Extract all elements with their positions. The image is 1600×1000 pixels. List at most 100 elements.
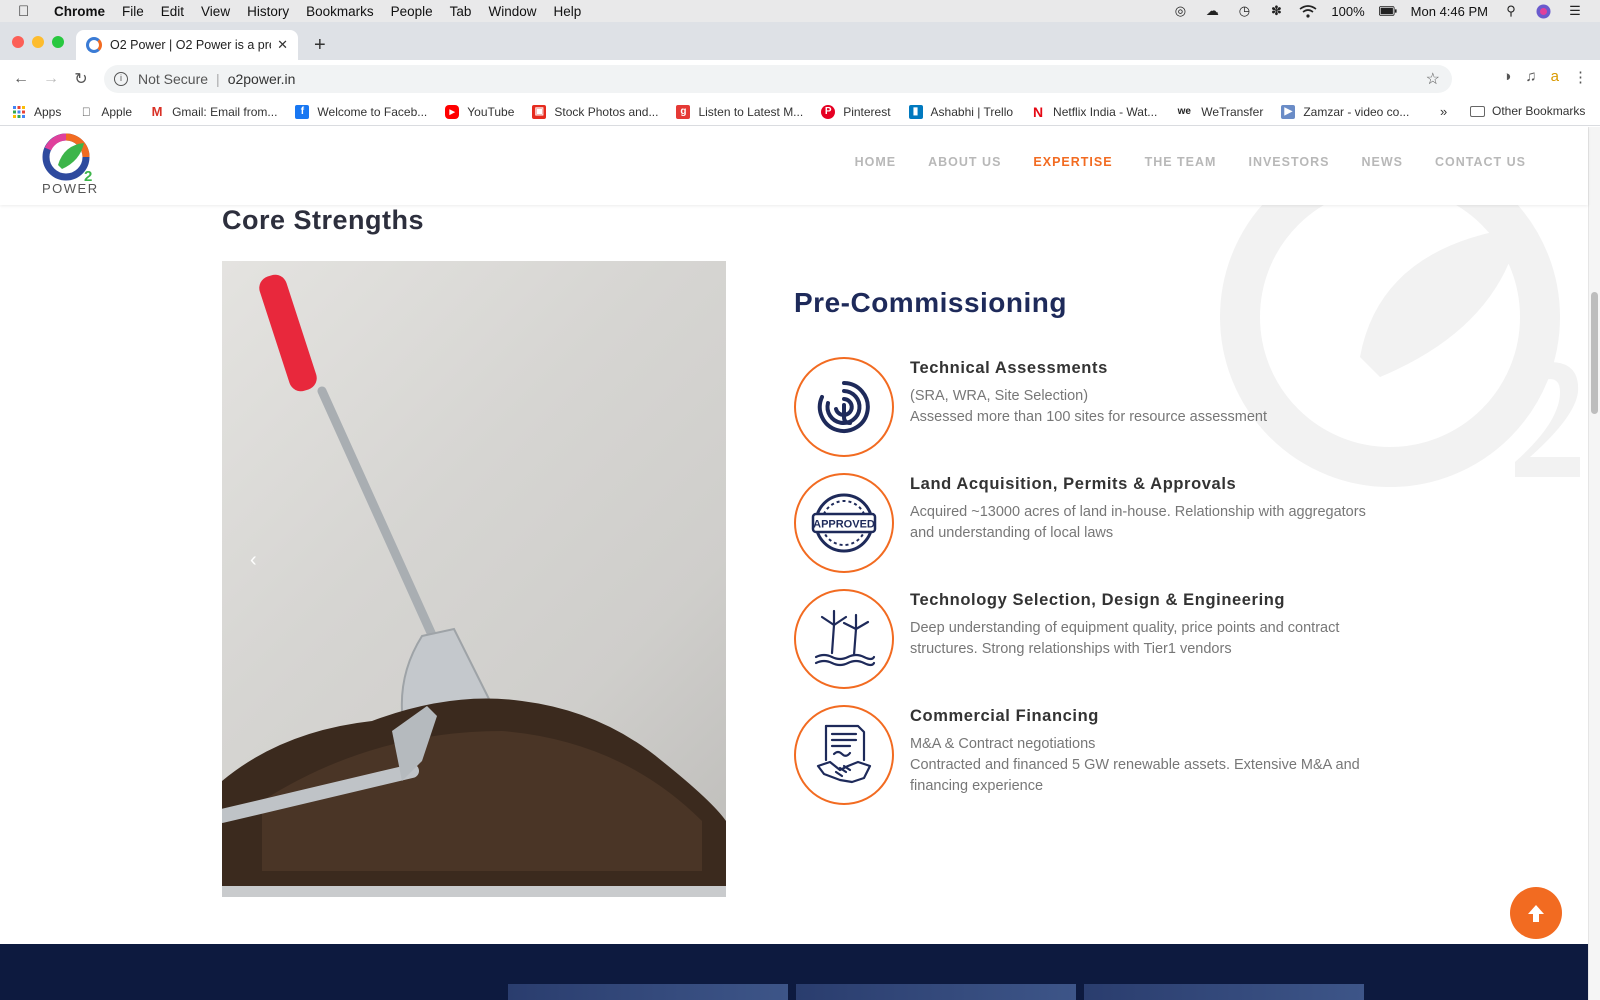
bookmark-stock-photos[interactable]: ▣ Stock Photos and... [532, 104, 659, 119]
forward-arrow-icon[interactable]: → [36, 70, 66, 88]
scroll-to-top-button[interactable] [1510, 887, 1562, 939]
strength-line: M&A & Contract negotiations [910, 736, 1096, 752]
page-scrollbar[interactable] [1588, 127, 1600, 1000]
spotlight-search-icon[interactable]: ⚲ [1502, 3, 1520, 18]
extension-circle-icon[interactable]: ◑ [1502, 68, 1511, 86]
section-title: Core Strengths [222, 205, 425, 235]
approved-stamp-icon: APPROVED [794, 473, 894, 573]
menu-edit[interactable]: Edit [161, 4, 184, 19]
window-zoom-button[interactable] [52, 36, 64, 48]
bookmarks-overflow-button[interactable]: » [1440, 104, 1447, 119]
new-tab-button[interactable]: + [314, 35, 326, 55]
time-machine-icon[interactable]: ◷ [1235, 3, 1253, 18]
menu-history[interactable]: History [247, 4, 289, 19]
stock-photos-icon: ▣ [532, 104, 547, 119]
menu-file[interactable]: File [122, 4, 144, 19]
shovel-soil-image [222, 274, 726, 897]
bookmark-label: Zamzar - video co... [1303, 104, 1410, 119]
address-bar[interactable]: i Not Secure | o2power.in ☆ [104, 65, 1452, 93]
bookmark-gmail[interactable]: M Gmail: Email from... [150, 104, 278, 119]
apple-menu-icon[interactable]:  [18, 3, 38, 20]
notification-center-icon[interactable]: ☰ [1566, 3, 1584, 18]
bookmark-label: Apple [101, 104, 133, 119]
o2-watermark-icon [1220, 187, 1580, 487]
bookmark-trello[interactable]: ▮ Ashabhi | Trello [908, 104, 1014, 119]
band-thumbnail [1084, 984, 1364, 1000]
fingerprint-icon [794, 357, 894, 457]
browser-toolbar: ← → ↻ i Not Secure | o2power.in ☆ ◑ ♫ a … [0, 60, 1600, 98]
bookmark-star-icon[interactable]: ☆ [1426, 69, 1440, 89]
slider-prev-chevron-icon[interactable]: ‹ [250, 549, 257, 572]
extensions-area: ◑ ♫ a ⋮ [1502, 68, 1588, 86]
slider-image[interactable]: ‹ [222, 261, 726, 897]
browser-tab-active[interactable]: O2 Power | O2 Power is a prem ✕ [76, 30, 298, 60]
tab-close-icon[interactable]: ✕ [277, 37, 288, 53]
bluetooth-icon[interactable]: ✽ [1267, 3, 1285, 18]
menu-app-chrome[interactable]: Chrome [54, 4, 105, 19]
security-indicator[interactable]: Not Secure [138, 71, 208, 87]
battery-percent: 100% [1331, 3, 1365, 19]
window-close-button[interactable] [12, 36, 24, 48]
youtube-icon: ▶ [445, 104, 460, 119]
os-menubar:  Chrome File Edit View History Bookmark… [0, 0, 1600, 22]
band-thumbnail [508, 984, 788, 1000]
bookmark-label: Netflix India - Wat... [1053, 104, 1158, 119]
bookmark-netflix[interactable]: N Netflix India - Wat... [1031, 104, 1158, 120]
window-minimize-button[interactable] [32, 36, 44, 48]
strength-text: Commercial Financing M&A & Contract nego… [910, 705, 1390, 797]
menubar-status-area: ◎ ☁ ◷ ✽ 100% Mon 4:46 PM ⚲ ☰ [1171, 0, 1584, 22]
menu-tab[interactable]: Tab [450, 4, 472, 19]
bookmark-label: Stock Photos and... [554, 104, 659, 119]
menu-window[interactable]: Window [488, 4, 536, 19]
webpage-viewport: 2 POWER HOME ABOUT US EXPERTISE THE TEAM… [0, 127, 1600, 1000]
apps-grid-icon [12, 105, 26, 119]
nav-expertise[interactable]: EXPERTISE [1033, 155, 1112, 169]
bookmark-label: YouTube [467, 104, 515, 119]
siri-icon[interactable] [1534, 4, 1552, 18]
menu-view[interactable]: View [201, 4, 230, 19]
site-header: 2 POWER HOME ABOUT US EXPERTISE THE TEAM… [0, 127, 1588, 205]
scrollbar-thumb[interactable] [1591, 292, 1598, 414]
bookmark-label: Ashabhi | Trello [930, 104, 1014, 119]
bookmarks-bar: Apps  Apple M Gmail: Email from... f We… [0, 98, 1600, 126]
tab-title: O2 Power | O2 Power is a prem [110, 38, 272, 52]
nav-contact-us[interactable]: CONTACT US [1435, 155, 1526, 169]
back-arrow-icon[interactable]: ← [6, 70, 36, 88]
reload-icon[interactable]: ↻ [66, 69, 96, 89]
contract-handshake-icon [794, 705, 894, 805]
folder-icon [1470, 105, 1485, 117]
bookmark-facebook[interactable]: f Welcome to Faceb... [295, 104, 428, 119]
menu-bookmarks[interactable]: Bookmarks [306, 4, 374, 19]
bookmark-apple[interactable]:  Apple [79, 105, 132, 119]
clock[interactable]: Mon 4:46 PM [1411, 4, 1488, 19]
other-bookmarks-folder[interactable]: Other Bookmarks [1470, 104, 1585, 118]
menu-help[interactable]: Help [553, 4, 581, 19]
strength-text: Technology Selection, Design & Engineeri… [910, 589, 1390, 660]
bookmark-music[interactable]: g Listen to Latest M... [676, 104, 803, 119]
bookmark-label: Apps [34, 104, 62, 119]
menu-people[interactable]: People [391, 4, 433, 19]
strength-text: Technical Assessments (SRA, WRA, Site Se… [910, 357, 1390, 428]
chrome-menu-icon[interactable]: ⋮ [1573, 68, 1588, 86]
site-info-icon[interactable]: i [114, 72, 128, 86]
battery-icon[interactable] [1378, 4, 1397, 18]
bookmark-apps[interactable]: Apps [12, 105, 61, 119]
url-text[interactable]: o2power.in [228, 71, 296, 87]
bookmark-pinterest[interactable]: P Pinterest [821, 104, 891, 119]
apple-icon:  [79, 105, 93, 119]
media-controls-icon[interactable]: ♫ [1525, 68, 1536, 86]
nav-the-team[interactable]: THE TEAM [1145, 155, 1217, 169]
creative-cloud-icon[interactable]: ◎ [1171, 3, 1189, 18]
nav-about-us[interactable]: ABOUT US [928, 155, 1001, 169]
bookmark-label: Welcome to Faceb... [317, 104, 428, 119]
wifi-icon[interactable] [1299, 4, 1317, 18]
pinterest-icon: P [821, 104, 836, 119]
nav-investors[interactable]: INVESTORS [1248, 155, 1329, 169]
bookmark-youtube[interactable]: ▶ YouTube [445, 104, 515, 119]
nav-home[interactable]: HOME [855, 155, 897, 169]
extension-a-icon[interactable]: a [1551, 68, 1559, 86]
cloud-upload-icon[interactable]: ☁ [1203, 3, 1221, 18]
bookmark-zamzar[interactable]: ▶ Zamzar - video co... [1281, 104, 1410, 119]
bookmark-wetransfer[interactable]: we WeTransfer [1175, 105, 1264, 119]
nav-news[interactable]: NEWS [1361, 155, 1403, 169]
